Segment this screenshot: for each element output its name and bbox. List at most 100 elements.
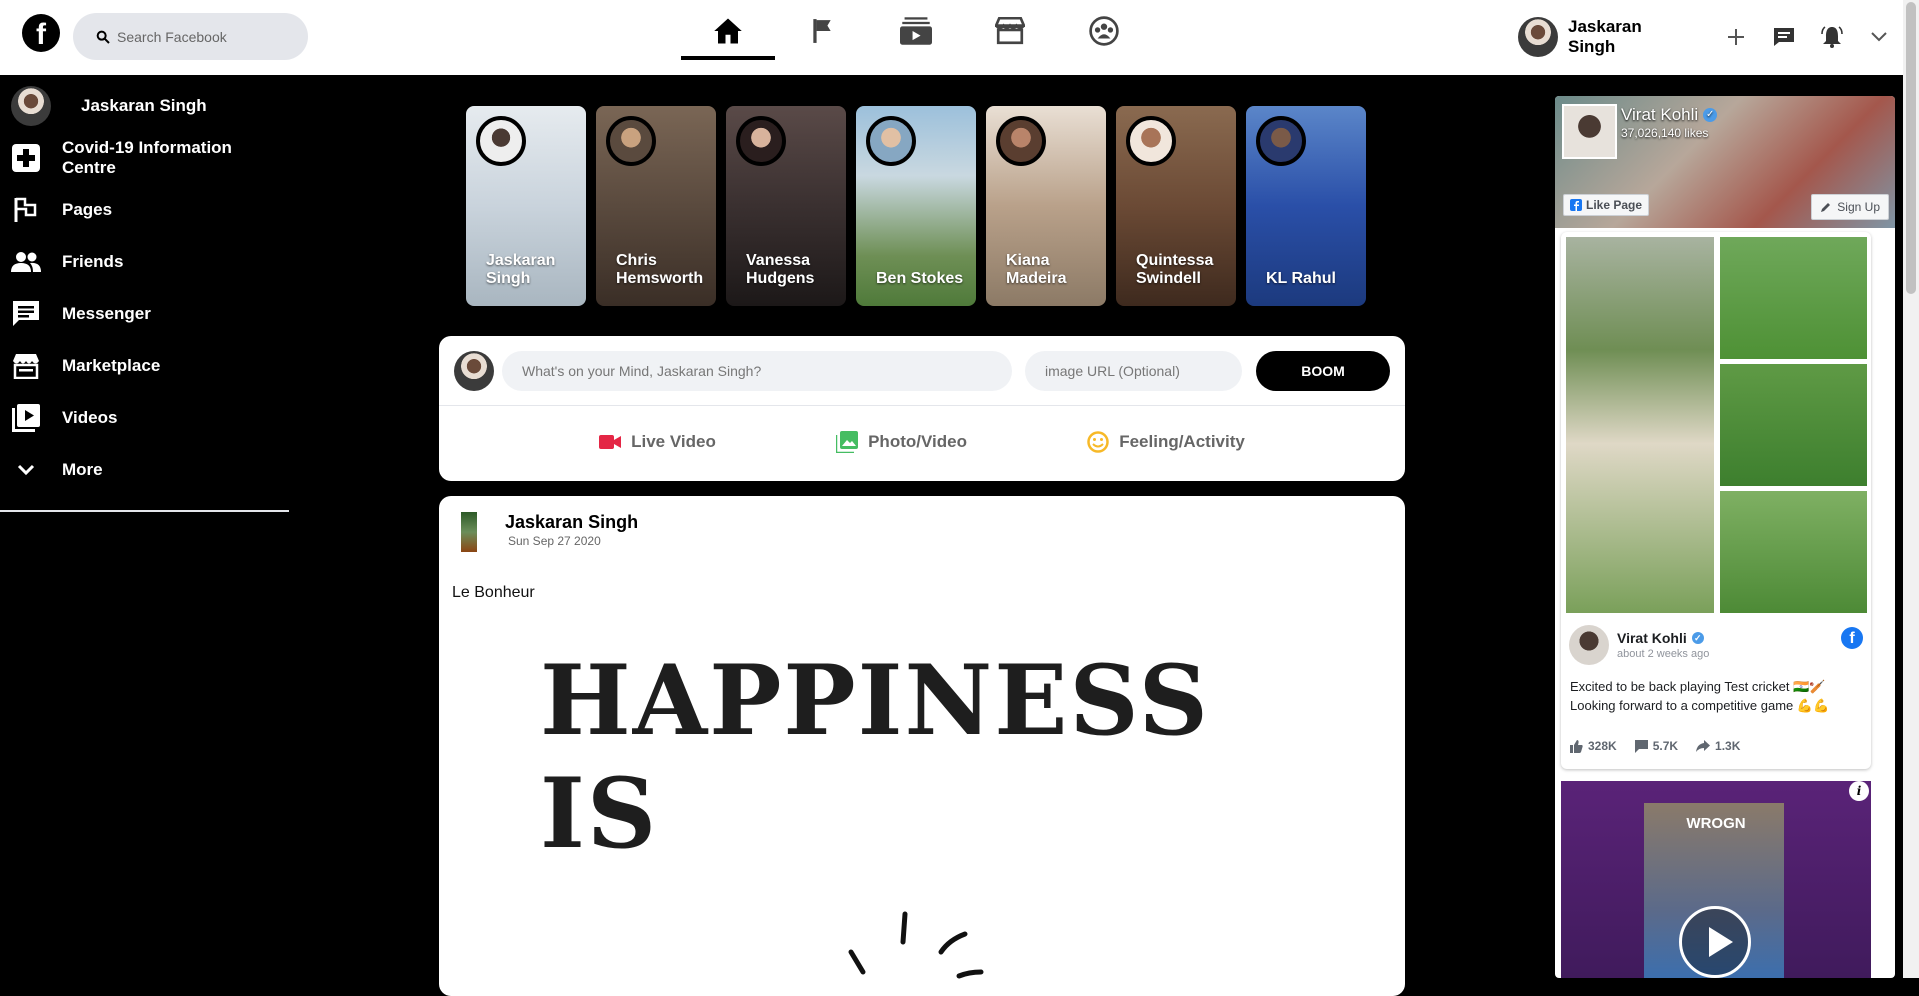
verified-badge-icon: ✓ [1691, 632, 1704, 644]
card-author-avatar[interactable] [1569, 625, 1609, 665]
photo-video-label: Photo/Video [868, 432, 967, 451]
smiley-icon [1087, 431, 1109, 453]
feeling-activity-label: Feeling/Activity [1119, 432, 1245, 451]
chevron-down-icon [11, 455, 41, 485]
like-page-button[interactable]: Like Page [1563, 194, 1650, 216]
story-avatar [606, 116, 656, 166]
post-photo-main[interactable] [1566, 237, 1714, 613]
photo-video-button[interactable]: Photo/Video [836, 416, 967, 468]
story-card[interactable]: KL Rahul [1246, 106, 1366, 306]
sidebar-item-friends[interactable]: Friends [0, 236, 290, 288]
story-avatar [476, 116, 526, 166]
card-author-name[interactable]: Virat Kohli ✓ [1617, 630, 1709, 646]
card-stats: 328K 5.7K 1.3K [1570, 739, 1740, 753]
post-text: Le Bonheur [452, 584, 535, 601]
story-card[interactable]: Quintessa Swindell [1116, 106, 1236, 306]
sign-up-button[interactable]: Sign Up [1811, 194, 1889, 220]
sidebar-item-label: Covid-19 Information Centre [61, 138, 232, 177]
facebook-f-icon [1570, 199, 1582, 211]
story-name: Kiana Madeira [1006, 252, 1067, 287]
nav-groups[interactable] [1057, 0, 1151, 62]
stories-reel: Jaskaran Singh Chris Hemsworth Vanessa H… [466, 106, 1366, 306]
nav-watch[interactable] [869, 0, 963, 62]
page-name-text: Virat Kohli [1621, 105, 1699, 124]
user-avatar[interactable] [1518, 17, 1558, 57]
page-cover[interactable]: Virat Kohli ✓ 37,026,140 likes Like Page … [1555, 96, 1895, 228]
create-button[interactable] [1713, 17, 1761, 57]
feeling-activity-button[interactable]: Feeling/Activity [1087, 416, 1245, 468]
post-composer: BOOM Live Video Photo/Video Feeling/Acti… [439, 336, 1405, 481]
plus-icon [1728, 29, 1745, 45]
post-photo-4[interactable] [1720, 491, 1867, 613]
story-name: KL Rahul [1266, 270, 1336, 287]
header-user-name[interactable]: Jaskaran Singh [1568, 17, 1693, 57]
sidebar-item-more[interactable]: More [0, 444, 290, 496]
card-post-text: Excited to be back playing Test cricket … [1570, 679, 1830, 713]
facebook-icon[interactable]: f [1841, 627, 1863, 649]
scrollbar-thumb[interactable] [1906, 2, 1916, 294]
page-avatar[interactable] [1562, 104, 1617, 159]
search-input[interactable] [117, 28, 297, 45]
sidebar-item-videos[interactable]: Videos [0, 392, 290, 444]
story-card[interactable]: Chris Hemsworth [596, 106, 716, 306]
comments-count[interactable]: 5.7K [1634, 739, 1678, 753]
live-video-button[interactable]: Live Video [599, 416, 716, 468]
page-scrollbar[interactable] [1903, 0, 1919, 978]
card-post-time[interactable]: about 2 weeks ago [1617, 648, 1709, 660]
shares-count[interactable]: 1.3K [1696, 739, 1740, 753]
video-brand-text: WROGN [1686, 815, 1746, 832]
image-url-input[interactable] [1025, 351, 1242, 391]
reactions-count[interactable]: 328K [1570, 739, 1617, 753]
story-avatar [736, 116, 786, 166]
post-photo-2[interactable] [1720, 237, 1867, 359]
messenger-button[interactable] [1760, 17, 1808, 57]
composer-divider [439, 405, 1405, 406]
sun-rays-illustration [848, 911, 984, 979]
marketplace-icon [995, 17, 1025, 45]
sidebar-item-marketplace[interactable]: Marketplace [0, 340, 290, 392]
sidebar-item-profile[interactable]: Jaskaran Singh [0, 80, 290, 132]
main-nav [681, 0, 1151, 62]
page-name[interactable]: Virat Kohli ✓ [1621, 105, 1718, 125]
post-photo-3[interactable] [1720, 364, 1867, 486]
composer-options: Live Video Photo/Video Feeling/Activity [439, 416, 1405, 468]
profile-avatar [11, 86, 51, 126]
story-card[interactable]: Kiana Madeira [986, 106, 1106, 306]
sidebar-item-label: Marketplace [62, 356, 161, 375]
nav-home[interactable] [681, 0, 775, 62]
story-card[interactable]: Jaskaran Singh [466, 106, 586, 306]
post-author-avatar[interactable] [461, 512, 477, 552]
account-menu-button[interactable] [1855, 17, 1903, 57]
story-card[interactable]: Vanessa Hudgens [726, 106, 846, 306]
boom-button[interactable]: BOOM [1256, 351, 1390, 391]
story-name: Chris Hemsworth [616, 252, 704, 287]
notifications-icon [1820, 26, 1843, 48]
info-icon[interactable]: i [1849, 781, 1869, 801]
facebook-page-plugin: Virat Kohli ✓ 37,026,140 likes Like Page … [1555, 96, 1895, 978]
story-name: Vanessa Hudgens [746, 252, 815, 287]
story-card[interactable]: Ben Stokes [856, 106, 976, 306]
sidebar-item-covid[interactable]: Covid-19 Information Centre [0, 132, 290, 184]
sidebar-item-pages[interactable]: Pages [0, 184, 290, 236]
search-bar[interactable] [73, 13, 308, 60]
sidebar-item-label: Friends [62, 252, 124, 271]
verified-badge-icon: ✓ [1703, 108, 1718, 122]
sidebar-item-label: Pages [62, 200, 113, 219]
nav-pages[interactable] [775, 0, 869, 62]
story-name: Jaskaran Singh [486, 252, 556, 287]
post-author[interactable]: Jaskaran Singh [505, 512, 638, 533]
sidebar-item-label: Videos [62, 408, 118, 427]
play-button-icon[interactable] [1679, 906, 1751, 978]
status-input[interactable] [502, 351, 1012, 391]
facebook-logo[interactable]: f [22, 14, 60, 52]
page-video-card[interactable]: WROGN i [1561, 781, 1871, 978]
sidebar-item-messenger[interactable]: Messenger [0, 288, 290, 340]
story-name: Ben Stokes [876, 270, 964, 287]
header-user-controls: Jaskaran Singh [1518, 17, 1903, 57]
store-icon [11, 351, 41, 381]
messenger-icon [1774, 28, 1794, 46]
post-image-text: HAPPINESS IS [540, 644, 1210, 870]
notifications-button[interactable] [1808, 17, 1856, 57]
shares-count-text: 1.3K [1715, 739, 1741, 753]
nav-marketplace[interactable] [963, 0, 1057, 62]
